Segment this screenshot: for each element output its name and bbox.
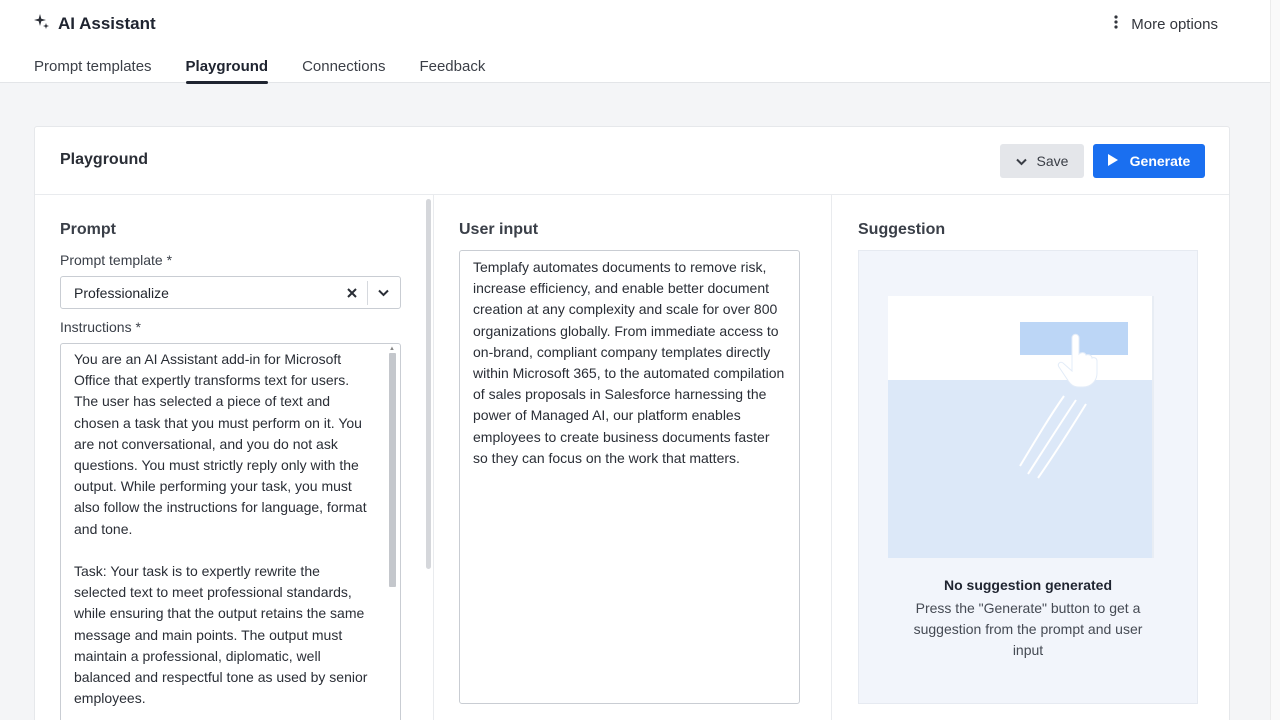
app-title: AI Assistant (33, 13, 156, 35)
tab-bar: Prompt templates Playground Connections … (34, 58, 485, 84)
instructions-scrollbar-thumb[interactable] (389, 353, 396, 587)
column-divider (831, 195, 832, 720)
empty-state-description: Press the "Generate" button to get a sug… (913, 600, 1143, 658)
prompt-section-title: Prompt (60, 221, 116, 238)
user-input-section-title: User input (459, 221, 539, 238)
card-title: Playground (60, 151, 149, 168)
select-separator (367, 281, 368, 305)
prompt-template-value: Professionalize (74, 285, 169, 301)
generate-button[interactable]: Generate (1093, 144, 1205, 178)
playground-card: Playground Save Generate Prompt Prompt t… (34, 126, 1230, 720)
chevron-down-icon (1015, 153, 1027, 169)
prompt-column-scrollbar[interactable] (426, 199, 431, 569)
close-icon[interactable] (343, 284, 361, 302)
suggestion-panel: No suggestion generated Press the "Gener… (858, 250, 1198, 704)
card-header: Playground Save Generate (35, 127, 1229, 195)
prompt-template-select[interactable]: Professionalize (60, 276, 401, 309)
empty-state-title: No suggestion generated (943, 577, 1113, 593)
instructions-textarea[interactable]: You are an AI Assistant add-in for Micro… (60, 343, 401, 720)
save-button-label: Save (1036, 153, 1069, 169)
scroll-up-icon[interactable]: ▲ (389, 346, 395, 352)
chevron-down-icon[interactable] (374, 284, 392, 302)
prompt-template-label: Prompt template * (60, 252, 173, 268)
save-button[interactable]: Save (1000, 144, 1084, 178)
more-options-label: More options (1131, 15, 1218, 33)
sparkle-icon (33, 13, 50, 35)
page-scrollbar[interactable] (1270, 0, 1280, 720)
tab-feedback[interactable]: Feedback (419, 58, 485, 82)
tab-playground[interactable]: Playground (185, 58, 268, 84)
tab-prompt-templates[interactable]: Prompt templates (34, 58, 152, 82)
empty-state-illustration (888, 296, 1154, 558)
suggestion-section-title: Suggestion (858, 221, 946, 238)
generate-button-label: Generate (1129, 153, 1191, 169)
instructions-label: Instructions * (60, 319, 141, 335)
app-header: AI Assistant More options Prompt templat… (0, 0, 1270, 84)
more-options-button[interactable]: More options (1114, 13, 1218, 35)
play-icon (1107, 153, 1118, 169)
column-divider (433, 195, 434, 720)
tab-connections[interactable]: Connections (302, 58, 385, 82)
vertical-dots-icon (1114, 15, 1118, 33)
user-input-textarea[interactable]: Templafy automates documents to remove r… (459, 250, 800, 704)
app-title-text: AI Assistant (58, 14, 156, 33)
